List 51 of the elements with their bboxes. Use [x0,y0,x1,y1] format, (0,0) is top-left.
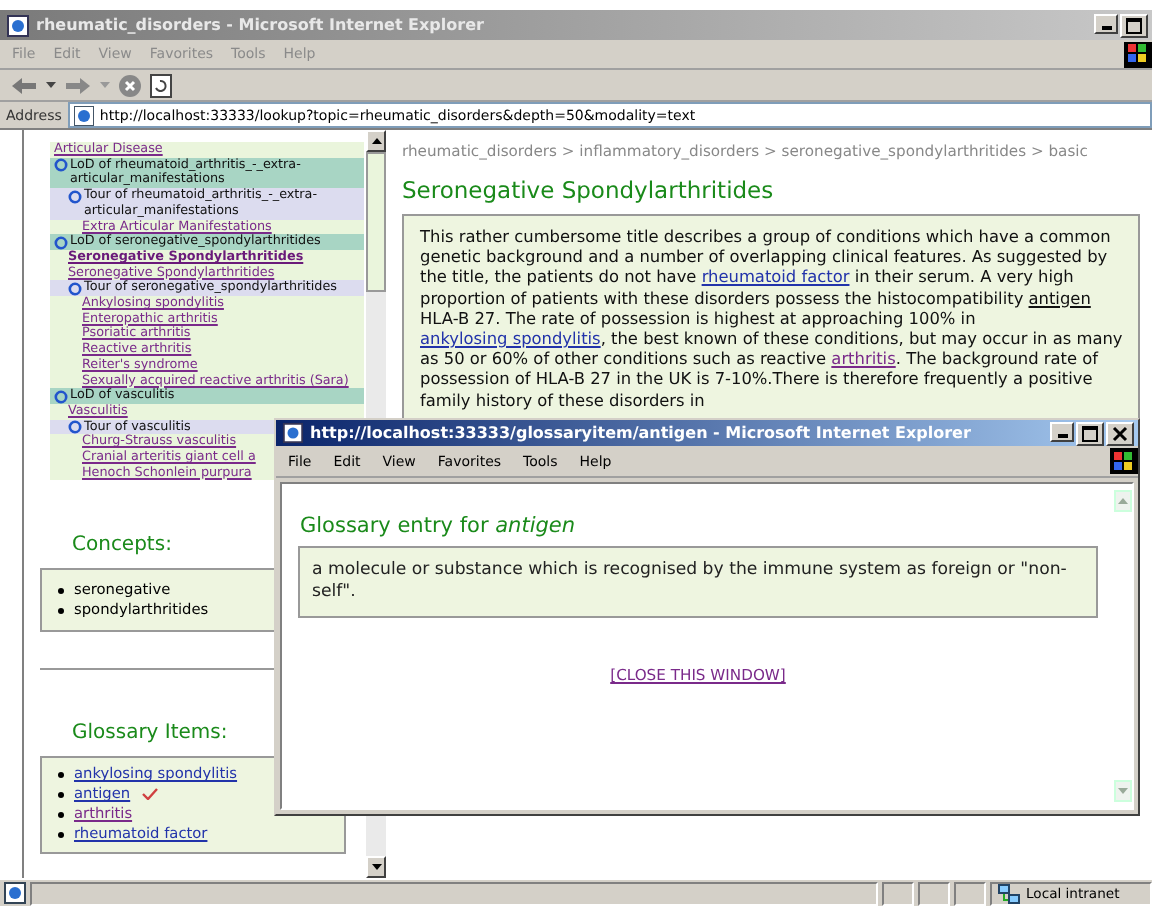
page-icon [6,13,30,37]
maximize-icon [1126,17,1142,33]
down-arrow-icon [1118,788,1128,794]
bullet-icon [58,791,64,798]
back-arrow-icon[interactable] [10,75,38,95]
circle-icon [54,158,68,173]
status-pane [918,881,950,905]
scroll-thumb[interactable] [366,152,386,292]
circle-icon [68,420,82,435]
concepts-heading: Concepts: [72,534,174,557]
network-icon [998,883,1020,903]
status-pane [882,881,914,905]
definition-text: a molecule or substance which is recognised by the immune system as foreign or "non-self". [312,560,1069,604]
bullet-icon [58,607,64,614]
term-link[interactable]: antigen [1028,287,1091,308]
bullet-icon [58,831,64,838]
glossary-entry-heading: Glossary entry for antigen [300,514,578,538]
text-link[interactable]: rheumatoid factor [701,266,850,287]
text-link[interactable]: arthritis [831,348,896,369]
circle-icon [68,189,82,204]
dropdown-caret-icon[interactable] [46,81,56,89]
window-title: http://localhost:33333/glossaryitem/antigen - Microsoft Internet Explorer [310,424,971,442]
circle-icon [54,235,68,250]
refresh-icon[interactable] [150,73,172,97]
circle-icon [54,389,68,404]
up-arrow-icon [371,138,381,144]
close-button[interactable] [1106,421,1134,445]
windows-logo-icon [1110,448,1138,474]
circle-icon [68,281,82,296]
maximize-button[interactable] [1076,421,1104,445]
minimize-icon [1101,25,1111,29]
down-arrow-icon [371,864,381,870]
minimize-icon [1057,433,1067,437]
page-icon [73,105,94,125]
text-link[interactable]: ankylosing spondylitis [420,328,601,349]
status-pane [954,881,986,905]
minimize-button[interactable] [1050,421,1074,441]
stop-icon[interactable] [118,73,142,97]
bullet-icon [58,587,64,594]
paragraph: This rather cumbersome title describes a group of conditions which have a common genetic background and a number of overlapping clinical features. As suggested by the title, the patients do not have rheumatoid factor in their serum. A very high proportion of patients with these disorders possess the histocompatibility antigen HLA-B 27. The rate of possession is highest at approaching 100% in ankylosing spondylitis, the best known of these conditions, but may occur in as many as 50 or 60% of other conditions such as reactive arthritis. The background rate of possession of HLA-B 27 in the UK is 7-10%.There is therefore frequently a positive family history of these disorders in [420,226,1125,410]
up-arrow-icon [1118,498,1128,504]
page-heading: Seronegative Spondylarthritides [402,176,776,204]
scrollbar[interactable] [1114,484,1132,808]
glossary-heading: Glossary Items: [72,722,230,745]
bullet-icon [58,811,64,818]
close-icon [1112,425,1128,441]
maximize-icon [1082,425,1098,441]
bullet-icon [58,771,64,778]
window-title: rheumatic_disorders - Microsoft Internet Explorer [36,16,484,34]
windows-logo-icon [1124,41,1152,67]
page-icon [282,422,304,444]
